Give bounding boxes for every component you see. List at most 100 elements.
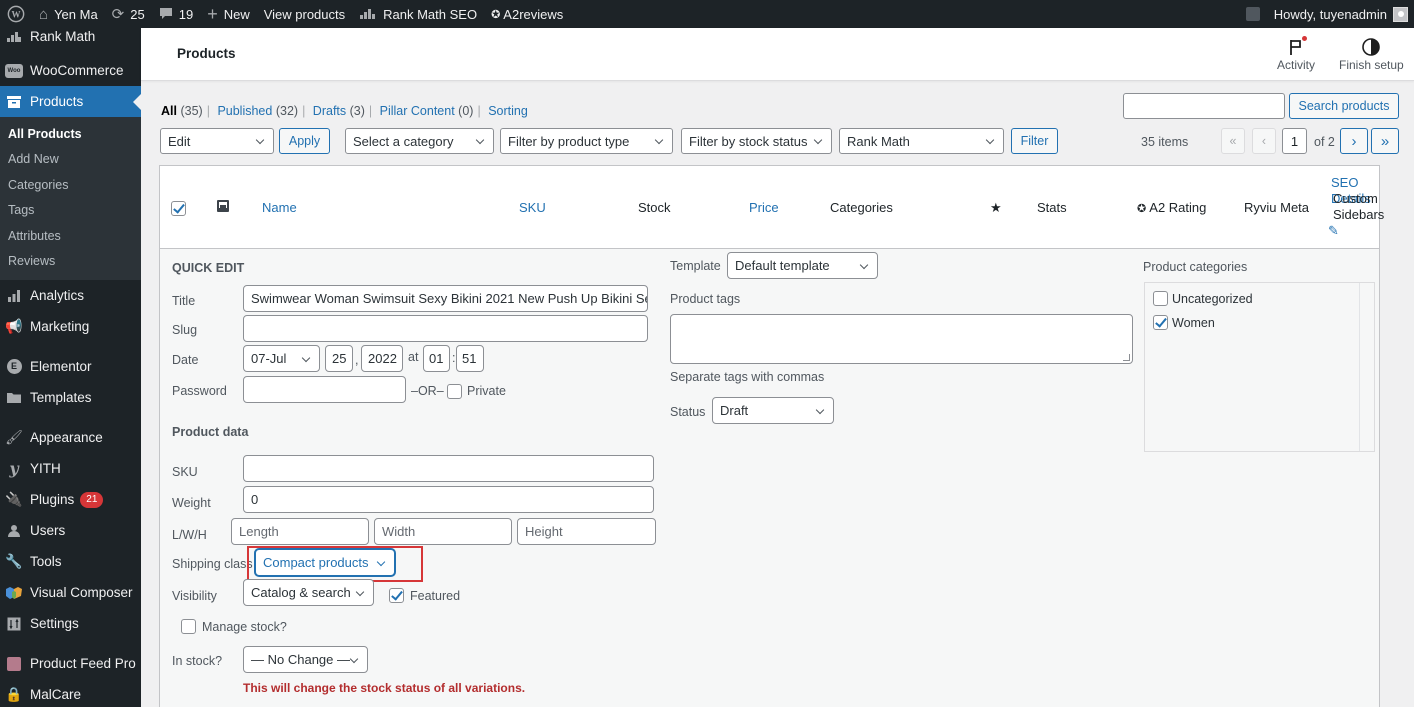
- rank-math-seo-link[interactable]: Rank Math SEO: [352, 0, 484, 28]
- sku-input[interactable]: [243, 455, 654, 482]
- slug-input[interactable]: [243, 315, 648, 342]
- hour-input[interactable]: 01: [423, 345, 450, 372]
- stock-status-filter-select[interactable]: Filter by stock status: [681, 128, 832, 154]
- submenu-add-new[interactable]: Add New: [0, 147, 141, 173]
- activity-button[interactable]: Activity: [1277, 36, 1315, 72]
- sidebar-item-malcare[interactable]: 🔒 MalCare: [0, 679, 141, 707]
- sidebar-item-appearance[interactable]: 🖌 Appearance: [0, 422, 141, 453]
- view-sorting[interactable]: Sorting: [488, 104, 528, 118]
- height-input[interactable]: Height: [517, 518, 656, 545]
- products-submenu: All Products Add New Categories Tags Att…: [0, 117, 141, 280]
- shipping-class-select[interactable]: Compact products: [255, 549, 395, 576]
- private-checkbox[interactable]: [447, 384, 462, 399]
- first-page-button[interactable]: «: [1221, 128, 1245, 154]
- sidebar-item-analytics[interactable]: Analytics: [0, 280, 141, 311]
- heart-icon: [5, 584, 23, 602]
- rank-math-filter-select[interactable]: Rank Math: [839, 128, 1004, 154]
- search-products-button[interactable]: Search products: [1289, 93, 1399, 119]
- view-drafts[interactable]: Drafts: [313, 104, 346, 118]
- year-input[interactable]: 2022: [361, 345, 403, 372]
- sidebar-item-products[interactable]: Products: [0, 86, 141, 117]
- column-ryviu-meta: Ryviu Meta: [1244, 200, 1310, 215]
- view-published[interactable]: Published: [217, 104, 272, 118]
- a2reviews-link[interactable]: ✪ A2reviews: [484, 0, 570, 28]
- pencil-icon[interactable]: ✎: [1328, 223, 1339, 239]
- column-name[interactable]: Name: [262, 200, 297, 215]
- shipping-class-label: Shipping class: [172, 557, 253, 571]
- length-input[interactable]: Length: [231, 518, 369, 545]
- in-stock-select[interactable]: — No Change —: [243, 646, 368, 673]
- rank-math-icon: [359, 8, 377, 20]
- submenu-categories[interactable]: Categories: [0, 172, 141, 198]
- category-item[interactable]: Women: [1153, 315, 1215, 330]
- finish-setup-button[interactable]: Finish setup: [1339, 36, 1404, 72]
- sidebar-item-tools[interactable]: 🔧 Tools: [0, 546, 141, 577]
- column-sku[interactable]: SKU: [519, 200, 546, 215]
- category-checkbox-uncategorized[interactable]: [1153, 291, 1168, 306]
- manage-stock-checkbox[interactable]: [181, 619, 196, 634]
- new-content-link[interactable]: + New: [200, 0, 257, 28]
- my-account-link[interactable]: Howdy, tuyenadmin: [1267, 0, 1414, 28]
- filter-button[interactable]: Filter: [1011, 128, 1058, 154]
- sidebar-item-elementor[interactable]: E Elementor: [0, 351, 141, 382]
- visibility-select[interactable]: Catalog & search: [243, 579, 374, 606]
- sidebar-item-rank-math[interactable]: Rank Math: [0, 28, 141, 46]
- prev-page-button[interactable]: ‹: [1252, 128, 1276, 154]
- slug-label: Slug: [172, 323, 198, 337]
- product-categories-list: Uncategorized Women: [1144, 282, 1375, 452]
- category-checkbox-women[interactable]: [1153, 315, 1168, 330]
- svg-text:W: W: [12, 10, 21, 20]
- updates-link[interactable]: ⟳ 25: [105, 0, 152, 28]
- view-products-label: View products: [263, 6, 346, 22]
- notifications-button[interactable]: [1239, 0, 1267, 28]
- current-page-input[interactable]: 1: [1282, 128, 1307, 154]
- bulk-action-select[interactable]: Edit: [160, 128, 274, 154]
- view-all[interactable]: All: [161, 104, 177, 118]
- sidebar-item-settings[interactable]: Settings: [0, 608, 141, 639]
- site-name-link[interactable]: ⌂ Yen Ma: [32, 0, 105, 28]
- day-input[interactable]: 25: [325, 345, 353, 372]
- comments-link[interactable]: 19: [152, 0, 200, 28]
- password-input[interactable]: [243, 376, 406, 403]
- categories-scrollbar[interactable]: [1359, 283, 1374, 451]
- sidebar-item-woocommerce[interactable]: Woo WooCommerce: [0, 55, 141, 86]
- submenu-all-products[interactable]: All Products: [0, 121, 141, 147]
- template-select[interactable]: Default template: [727, 252, 878, 279]
- sidebar-item-users[interactable]: Users: [0, 515, 141, 546]
- column-price[interactable]: Price: [749, 200, 779, 215]
- product-data-heading: Product data: [172, 425, 249, 439]
- select-all-checkbox[interactable]: [171, 201, 186, 216]
- view-pillar-content[interactable]: Pillar Content: [380, 104, 455, 118]
- column-featured-star-icon[interactable]: ★: [990, 200, 1002, 216]
- submenu-reviews[interactable]: Reviews: [0, 249, 141, 275]
- last-page-button[interactable]: »: [1371, 128, 1399, 154]
- next-page-button[interactable]: ›: [1340, 128, 1368, 154]
- category-item[interactable]: Uncategorized: [1153, 291, 1253, 306]
- sidebar-item-product-feed-pro[interactable]: Product Feed Pro: [0, 648, 141, 679]
- wp-logo-button[interactable]: W: [0, 0, 32, 28]
- featured-checkbox[interactable]: [389, 588, 404, 603]
- title-input[interactable]: Swimwear Woman Swimsuit Sexy Bikini 2021…: [243, 285, 648, 312]
- view-products-link[interactable]: View products: [257, 0, 352, 28]
- status-select[interactable]: Draft: [712, 397, 834, 424]
- product-type-filter-select[interactable]: Filter by product type: [500, 128, 673, 154]
- category-filter-select[interactable]: Select a category: [345, 128, 494, 154]
- month-select[interactable]: 07-Jul: [243, 345, 320, 372]
- width-input[interactable]: Width: [374, 518, 512, 545]
- column-custom-sidebars: Custom Sidebars: [1333, 191, 1385, 222]
- sidebar-item-yith[interactable]: y YITH: [0, 453, 141, 484]
- submenu-attributes[interactable]: Attributes: [0, 223, 141, 249]
- product-tags-textarea[interactable]: [670, 314, 1133, 364]
- search-products-input[interactable]: [1123, 93, 1285, 119]
- weight-input[interactable]: 0: [243, 486, 654, 513]
- products-table-header: Name SKU Stock Price Categories ★ Stats …: [159, 165, 1384, 249]
- sidebar-item-templates[interactable]: Templates: [0, 382, 141, 413]
- feed-icon: [5, 655, 23, 673]
- submenu-tags[interactable]: Tags: [0, 198, 141, 224]
- sidebar-item-plugins[interactable]: 🔌 Plugins 21: [0, 484, 141, 515]
- sidebar-item-visual-composer[interactable]: Visual Composer: [0, 577, 141, 608]
- apply-button[interactable]: Apply: [279, 128, 330, 154]
- sidebar-item-marketing[interactable]: 📢 Marketing: [0, 311, 141, 342]
- howdy-text: Howdy, tuyenadmin: [1273, 6, 1387, 22]
- minute-input[interactable]: 51: [456, 345, 484, 372]
